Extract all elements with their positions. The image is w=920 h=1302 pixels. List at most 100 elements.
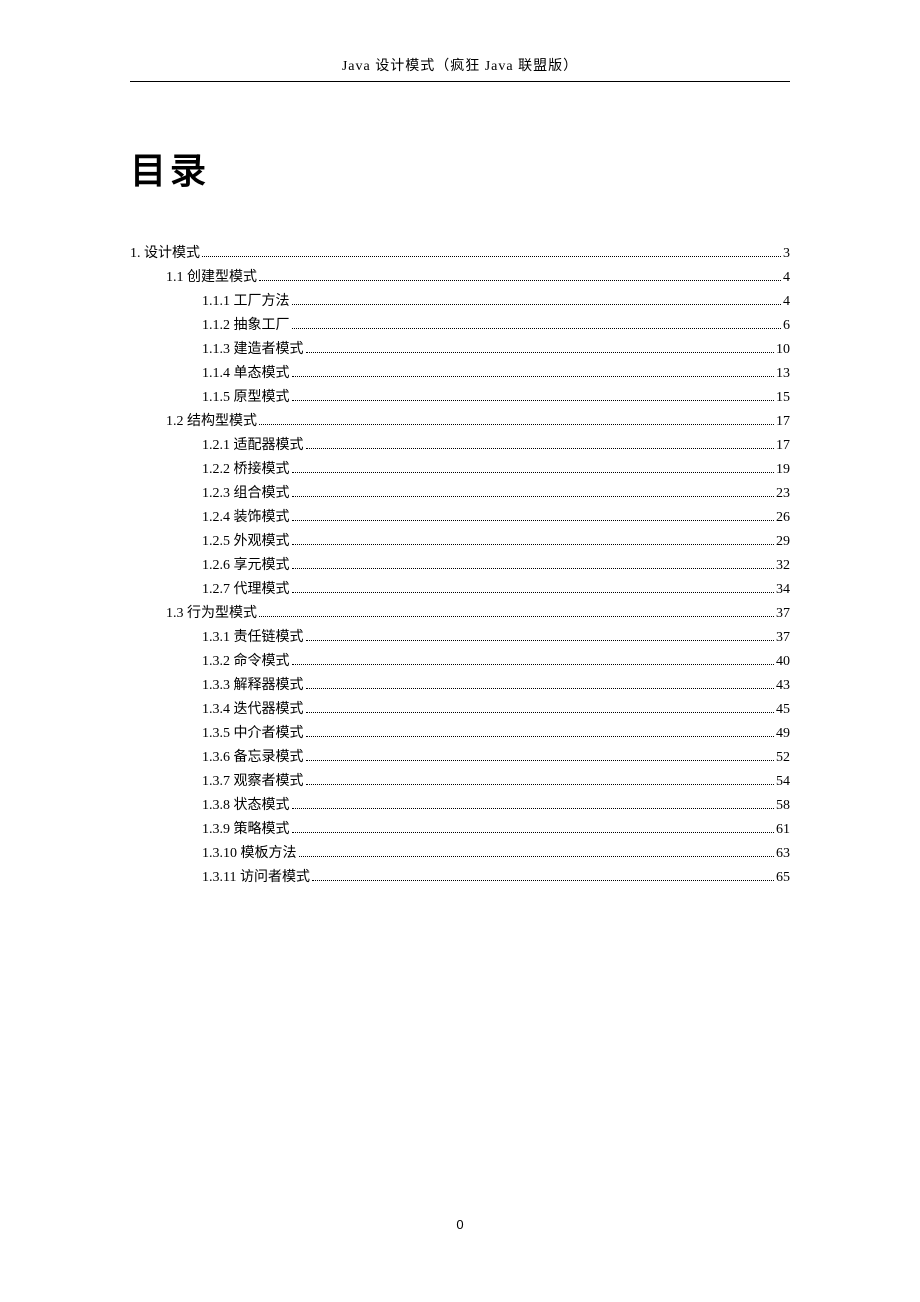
toc-entry-page: 34 — [776, 578, 790, 602]
toc-entry[interactable]: 1.1.1 工厂方法 4 — [130, 290, 790, 314]
toc-entry[interactable]: 1.3.7 观察者模式54 — [130, 770, 790, 794]
toc-entry-page: 17 — [776, 410, 790, 434]
toc-entry-page: 63 — [776, 842, 790, 866]
toc-entry-label: 1.3.1 责任链模式 — [202, 626, 304, 650]
toc-entry-label: 1.3.4 迭代器模式 — [202, 698, 304, 722]
toc-entry-page: 61 — [776, 818, 790, 842]
toc-leader-dots — [306, 712, 775, 713]
page-number: 0 — [0, 1217, 920, 1232]
toc-leader-dots — [292, 496, 775, 497]
toc-leader-dots — [306, 736, 775, 737]
toc-entry-label: 1.3.11 访问者模式 — [202, 866, 310, 890]
toc-entry-label: 1.1.1 工厂方法 — [202, 290, 290, 314]
toc-entry-label: 1.3 行为型模式 — [166, 602, 257, 626]
toc-leader-dots — [299, 856, 775, 857]
toc-entry[interactable]: 1.2.3 组合模式23 — [130, 482, 790, 506]
toc-entry-page: 32 — [776, 554, 790, 578]
toc-entry-page: 29 — [776, 530, 790, 554]
toc-entry[interactable]: 1.3.8 状态模式58 — [130, 794, 790, 818]
toc-entry[interactable]: 1.3.9 策略模式 61 — [130, 818, 790, 842]
toc-entry-label: 1. 设计模式 — [130, 242, 200, 266]
toc-entry-page: 40 — [776, 650, 790, 674]
toc-entry[interactable]: 1.3.2 命令模式40 — [130, 650, 790, 674]
toc-entry-page: 4 — [783, 266, 790, 290]
toc-leader-dots — [306, 784, 775, 785]
toc-entry-page: 58 — [776, 794, 790, 818]
toc-heading: 目录 — [130, 142, 790, 194]
toc-leader-dots — [292, 592, 775, 593]
toc-entry[interactable]: 1.1.2 抽象工厂6 — [130, 314, 790, 338]
toc-leader-dots — [292, 832, 775, 833]
toc-entry[interactable]: 1.1.3 建造者模式10 — [130, 338, 790, 362]
toc-leader-dots — [292, 544, 775, 545]
toc-leader-dots — [292, 664, 775, 665]
toc-entry-label: 1.2.7 代理模式 — [202, 578, 290, 602]
toc-leader-dots — [292, 808, 775, 809]
toc-leader-dots — [292, 328, 782, 329]
toc-entry[interactable]: 1.2.1 适配器模式 17 — [130, 434, 790, 458]
toc-entry[interactable]: 1.1 创建型模式 4 — [130, 266, 790, 290]
toc-leader-dots — [292, 520, 775, 521]
toc-entry-label: 1.3.3 解释器模式 — [202, 674, 304, 698]
toc-entry-page: 15 — [776, 386, 790, 410]
toc-entry-page: 17 — [776, 434, 790, 458]
toc-entry[interactable]: 1.2.2 桥接模式19 — [130, 458, 790, 482]
toc-leader-dots — [202, 256, 781, 257]
toc-entry[interactable]: 1.1.5 原型模式 15 — [130, 386, 790, 410]
toc-entry[interactable]: 1.2.6 享元模式 32 — [130, 554, 790, 578]
toc-entry[interactable]: 1.2.7 代理模式 34 — [130, 578, 790, 602]
toc-entry[interactable]: 1.3.4 迭代器模式 45 — [130, 698, 790, 722]
toc-entry[interactable]: 1.2.4 装饰模式26 — [130, 506, 790, 530]
toc-entry-page: 37 — [776, 626, 790, 650]
toc-entry-page: 19 — [776, 458, 790, 482]
toc-leader-dots — [306, 640, 775, 641]
toc-entry-label: 1.3.9 策略模式 — [202, 818, 290, 842]
toc-entry-page: 43 — [776, 674, 790, 698]
toc-leader-dots — [259, 280, 781, 281]
toc-entry-page: 10 — [776, 338, 790, 362]
toc-leader-dots — [306, 760, 775, 761]
toc-leader-dots — [292, 472, 775, 473]
toc-entry-page: 4 — [783, 290, 790, 314]
toc-entry[interactable]: 1.3.10 模板方法 63 — [130, 842, 790, 866]
toc-entry-label: 1.1.2 抽象工厂 — [202, 314, 290, 338]
toc-entry-label: 1.3.10 模板方法 — [202, 842, 297, 866]
toc-entry[interactable]: 1.3.1 责任链模式 37 — [130, 626, 790, 650]
toc-leader-dots — [306, 688, 775, 689]
running-header: Java 设计模式（疯狂 Java 联盟版） — [130, 55, 790, 81]
toc-entry-label: 1.1 创建型模式 — [166, 266, 257, 290]
toc-leader-dots — [292, 400, 775, 401]
toc-entry-label: 1.2.5 外观模式 — [202, 530, 290, 554]
toc-entry-page: 49 — [776, 722, 790, 746]
toc-entry-label: 1.3.7 观察者模式 — [202, 770, 304, 794]
toc-leader-dots — [306, 352, 775, 353]
toc-entry-page: 37 — [776, 602, 790, 626]
toc-entry-label: 1.1.5 原型模式 — [202, 386, 290, 410]
toc-entry[interactable]: 1.3 行为型模式 37 — [130, 602, 790, 626]
toc-entry-label: 1.1.4 单态模式 — [202, 362, 290, 386]
toc-entry[interactable]: 1.3.5 中介者模式 49 — [130, 722, 790, 746]
toc-leader-dots — [292, 568, 775, 569]
toc-leader-dots — [292, 376, 775, 377]
toc-entry[interactable]: 1.3.6 备忘录模式 52 — [130, 746, 790, 770]
toc-leader-dots — [259, 616, 774, 617]
toc-entry[interactable]: 1.2 结构型模式 17 — [130, 410, 790, 434]
toc-entry-label: 1.2.1 适配器模式 — [202, 434, 304, 458]
toc-entry[interactable]: 1.3.3 解释器模式 43 — [130, 674, 790, 698]
toc-entry[interactable]: 1.3.11 访问者模式65 — [130, 866, 790, 890]
toc-entry-label: 1.2.6 享元模式 — [202, 554, 290, 578]
toc-entry-label: 1.3.5 中介者模式 — [202, 722, 304, 746]
toc-leader-dots — [259, 424, 774, 425]
toc-entry-page: 52 — [776, 746, 790, 770]
toc-entry-page: 13 — [776, 362, 790, 386]
toc-entry[interactable]: 1.2.5 外观模式 29 — [130, 530, 790, 554]
toc-entry-label: 1.2 结构型模式 — [166, 410, 257, 434]
document-page: Java 设计模式（疯狂 Java 联盟版） 目录 1. 设计模式31.1 创建… — [0, 0, 920, 890]
toc-entry[interactable]: 1.1.4 单态模式 13 — [130, 362, 790, 386]
toc-entry-page: 45 — [776, 698, 790, 722]
toc-entry-page: 26 — [776, 506, 790, 530]
toc-entry[interactable]: 1. 设计模式3 — [130, 242, 790, 266]
toc-leader-dots — [312, 880, 774, 881]
toc-entry-page: 23 — [776, 482, 790, 506]
toc-entry-label: 1.3.6 备忘录模式 — [202, 746, 304, 770]
